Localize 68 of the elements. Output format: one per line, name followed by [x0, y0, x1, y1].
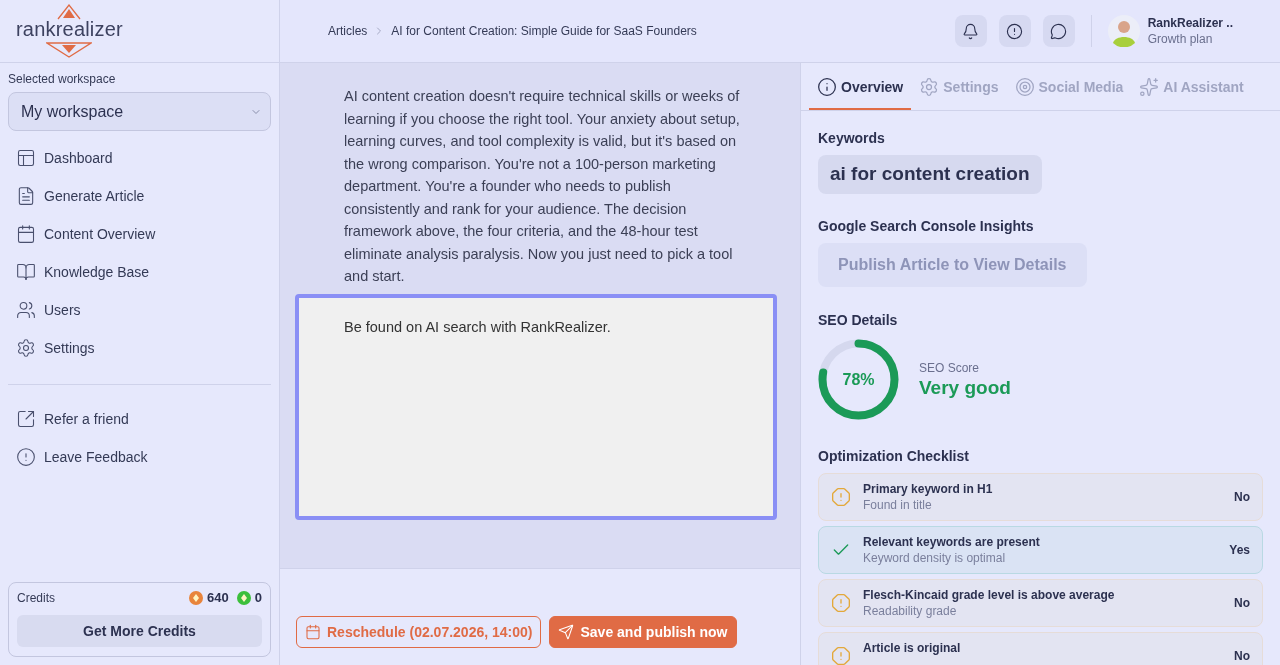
warning-icon — [831, 593, 851, 613]
avatar-icon — [1107, 15, 1140, 47]
workspace-select[interactable]: My workspace — [8, 92, 271, 131]
checklist-result: No — [1234, 489, 1250, 505]
info-icon — [817, 76, 837, 97]
warning-icon — [831, 487, 851, 507]
nav-link[interactable]: Users — [8, 291, 271, 329]
section-title: Keywords — [818, 129, 886, 147]
article-paragraph: AI content creation doesn't require technical skills or weeks of learning if you choose the right tool. Your anxiety about setup, learning curves, and tool complexity is valid, but it's based on the wrong comparison. You're not a 100-person marketing department. You're a founder who needs to publish consistently and rank for your audience. The decision framework above, the four criteria, and the 48-hour test eliminate analysis paralysis. Now you just need to pick a tool and start. — [344, 87, 740, 286]
coin-icon — [189, 591, 204, 605]
user-name: RankRealizer .. — [1147, 15, 1233, 31]
tab[interactable]: Overview — [809, 63, 912, 110]
article-paragraph: Be found on AI search with RankRealizer. — [344, 317, 612, 337]
settings-icon — [919, 76, 940, 97]
workspace-label: Selected workspace — [8, 72, 117, 86]
send-icon — [558, 624, 575, 640]
book-icon — [16, 262, 36, 282]
checklist-detail: Keyword density is optimal — [863, 550, 1007, 566]
target-icon — [1014, 76, 1035, 97]
icon-button[interactable] — [1042, 15, 1075, 47]
get-credits-button[interactable]: Get More Credits — [17, 615, 262, 647]
score-label: SEO Score — [919, 359, 981, 376]
breadcrumb-link[interactable]: AI for Content Creation: Simple Guide for SaaS Founders — [391, 23, 697, 39]
user-plan: Growth plan — [1147, 31, 1214, 47]
alert-icon — [16, 447, 36, 467]
nav-link[interactable]: Settings — [8, 329, 271, 367]
external-link-icon — [16, 409, 36, 429]
nav-link[interactable]: Refer a friend — [8, 400, 271, 438]
checklist-title: Relevant keywords are present — [863, 534, 1041, 550]
icon-button[interactable] — [998, 15, 1031, 47]
bell-icon — [962, 22, 980, 40]
breadcrumb-link[interactable]: Articles — [328, 23, 368, 39]
users-icon — [16, 300, 36, 320]
checklist-result: No — [1234, 595, 1250, 611]
settings-icon — [16, 338, 36, 358]
document-icon — [16, 186, 36, 206]
section-title: Google Search Console Insights — [818, 217, 1035, 235]
nav-link[interactable]: Generate Article — [8, 177, 271, 215]
keyword-chip: ai for content creation — [818, 155, 1042, 194]
sparkles-icon — [1139, 76, 1160, 97]
nav-link[interactable]: Dashboard — [8, 139, 271, 177]
chat-icon — [1050, 22, 1068, 40]
selected-block[interactable]: Be found on AI search with RankRealizer. — [295, 293, 777, 520]
checklist-title: Article is original — [863, 640, 962, 656]
checklist-result: No — [1234, 648, 1250, 664]
credits-count: 0 — [254, 589, 262, 608]
nav-link[interactable]: Content Overview — [8, 215, 271, 253]
score-value: 78% — [841, 370, 876, 390]
calendar-icon — [16, 224, 36, 244]
checklist-title: Primary keyword in H1 — [863, 481, 994, 497]
layout-icon — [16, 148, 36, 168]
nav-link[interactable]: Leave Feedback — [8, 438, 271, 476]
score-rating: Very good — [919, 375, 1011, 400]
checklist-detail: Found in title — [863, 497, 933, 513]
credits-label: Credits — [17, 590, 55, 606]
alert-icon — [1006, 22, 1024, 40]
logo-text: rankrealizer — [16, 17, 123, 41]
checklist-title: Flesch-Kincaid grade level is above average — [863, 587, 1116, 603]
checklist-detail: Readability grade — [863, 603, 958, 619]
nav-link[interactable]: Knowledge Base — [8, 253, 271, 291]
coin-icon — [236, 591, 251, 605]
section-title: SEO Details — [818, 311, 899, 329]
icon-button[interactable] — [954, 15, 987, 47]
checklist-result: Yes — [1229, 542, 1250, 558]
warning-icon — [831, 646, 851, 665]
credits-count: 640 — [207, 589, 229, 608]
calendar-icon — [305, 624, 321, 640]
section-title: Optimization Checklist — [818, 447, 970, 465]
